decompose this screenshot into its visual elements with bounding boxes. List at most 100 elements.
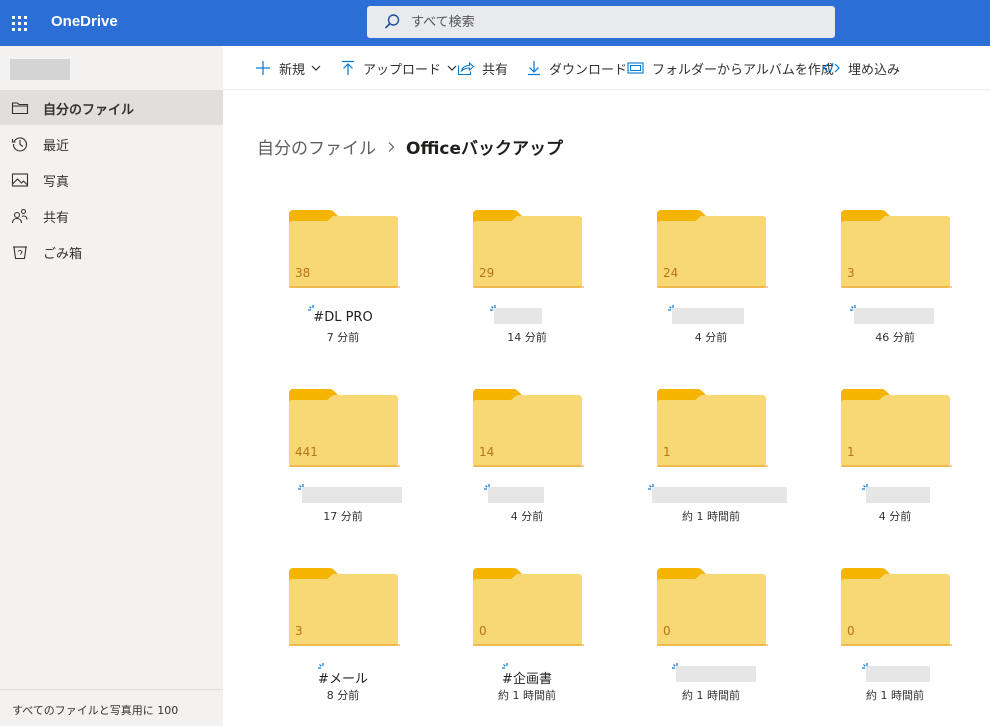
embed-code-icon bbox=[823, 62, 840, 74]
folder-tile[interactable]: 29 14 分前 bbox=[434, 210, 584, 350]
share-button[interactable]: 共有 bbox=[457, 58, 508, 78]
redacted-folder-name bbox=[866, 487, 930, 503]
sidebar-item-my-files[interactable]: 自分のファイル bbox=[0, 90, 223, 125]
redacted-folder-name bbox=[494, 308, 542, 324]
search-box[interactable] bbox=[367, 6, 835, 38]
folder-item-count: 0 bbox=[663, 624, 671, 638]
search-input[interactable] bbox=[411, 11, 811, 33]
sync-spinner-icon bbox=[308, 305, 314, 311]
app-launcher-button[interactable] bbox=[0, 0, 38, 46]
upload-button[interactable]: アップロード bbox=[341, 58, 457, 78]
sync-spinner-icon bbox=[502, 663, 508, 669]
sidebar-item-recycle-bin[interactable]: ごみ箱 bbox=[0, 234, 223, 269]
recycle-bin-icon bbox=[13, 246, 27, 260]
upload-arrow-icon bbox=[342, 60, 354, 75]
breadcrumb-root[interactable]: 自分のファイル bbox=[257, 134, 376, 159]
folder-tile[interactable]: 0 #企画書約 1 時間前 bbox=[434, 568, 584, 708]
folder-name[interactable]: #DL PRO bbox=[250, 310, 436, 325]
album-icon bbox=[627, 62, 644, 74]
folder-icon bbox=[841, 389, 952, 467]
storage-footer[interactable]: すべてのファイルと写真用に 100 bbox=[0, 689, 223, 726]
top-bar: OneDrive bbox=[0, 0, 990, 46]
sidebar-item-label: 写真 bbox=[43, 175, 70, 190]
folder-name[interactable]: #メール bbox=[250, 668, 436, 687]
chevron-down-icon bbox=[311, 65, 321, 71]
redacted-folder-name bbox=[866, 666, 930, 682]
sidebar-item-label: 共有 bbox=[43, 211, 70, 226]
share-icon bbox=[457, 61, 474, 76]
folder-item-count: 3 bbox=[847, 266, 855, 280]
redacted-folder-name bbox=[672, 308, 744, 324]
folder-modified: 約 1 時間前 bbox=[682, 689, 740, 702]
folder-tile[interactable]: 1 4 分前 bbox=[802, 389, 952, 529]
redacted-folder-name bbox=[854, 308, 934, 324]
download-label: ダウンロード bbox=[549, 62, 628, 78]
redacted-folder-name bbox=[302, 487, 402, 503]
folder-tile[interactable]: 0 約 1 時間前 bbox=[802, 568, 952, 708]
folder-icon bbox=[11, 102, 29, 115]
app-title[interactable]: OneDrive bbox=[51, 13, 118, 30]
folder-tile[interactable]: 0 約 1 時間前 bbox=[618, 568, 768, 708]
waffle-icon bbox=[11, 15, 27, 31]
sidebar-item-label: 最近 bbox=[43, 139, 70, 154]
folder-item-count: 24 bbox=[663, 266, 679, 280]
create-album-label: フォルダーからアルバムを作成 bbox=[652, 62, 834, 78]
folder-name[interactable]: #企画書 bbox=[434, 668, 620, 687]
new-label: 新規 bbox=[279, 62, 306, 78]
folder-item-count: 1 bbox=[663, 445, 671, 459]
sidebar-item-label: ごみ箱 bbox=[43, 247, 83, 262]
folder-tile[interactable]: 3 46 分前 bbox=[802, 210, 952, 350]
folder-item-count: 0 bbox=[847, 624, 855, 638]
upload-label: アップロード bbox=[363, 62, 442, 78]
redacted-folder-name bbox=[488, 487, 544, 503]
new-button[interactable]: 新規 bbox=[255, 58, 321, 78]
folder-modified: 約 1 時間前 bbox=[682, 510, 740, 523]
folder-tile[interactable]: 3 #メール 8 分前 bbox=[250, 568, 400, 708]
folder-icon bbox=[289, 568, 400, 646]
folder-item-count: 14 bbox=[479, 445, 495, 459]
folder-tile[interactable]: 38 #DL PRO 7 分前 bbox=[250, 210, 400, 350]
sync-spinner-icon bbox=[318, 663, 324, 669]
download-button[interactable]: ダウンロード bbox=[527, 58, 627, 78]
chevron-right-icon bbox=[388, 141, 395, 152]
folder-modified: 約 1 時間前 bbox=[866, 689, 924, 702]
folder-item-count: 1 bbox=[847, 445, 855, 459]
sidebar-item-shared[interactable]: 共有 bbox=[0, 198, 223, 233]
breadcrumb-current: Officeバックアップ bbox=[406, 139, 564, 159]
sidebar-item-label: 自分のファイル bbox=[43, 103, 135, 118]
user-name-redacted bbox=[10, 59, 70, 80]
chevron-down-icon bbox=[447, 65, 457, 71]
command-bar: 新規 アップロード 共有 ダウンロード フォルダーからアルバムを作成 埋め込み bbox=[223, 46, 990, 90]
download-arrow-icon bbox=[528, 61, 540, 76]
folder-icon bbox=[657, 568, 768, 646]
folder-item-count: 3 bbox=[295, 624, 303, 638]
redacted-folder-name bbox=[676, 666, 756, 682]
folder-icon bbox=[657, 389, 768, 467]
shared-people-icon bbox=[11, 208, 28, 224]
plus-icon bbox=[256, 61, 270, 75]
folder-modified: 46 分前 bbox=[875, 331, 915, 344]
folder-item-count: 29 bbox=[479, 266, 495, 280]
folder-modified: 約 1 時間前 bbox=[498, 689, 556, 702]
folder-modified: 7 分前 bbox=[326, 331, 360, 344]
folder-item-count: 441 bbox=[295, 445, 318, 459]
sidebar-item-photos[interactable]: 写真 bbox=[0, 162, 223, 197]
sidebar-item-recent[interactable]: 最近 bbox=[0, 126, 223, 161]
folder-modified: 8 分前 bbox=[326, 689, 360, 702]
folder-modified: 4 分前 bbox=[878, 510, 912, 523]
breadcrumb: 自分のファイル Officeバックアップ bbox=[257, 134, 563, 159]
sidebar: 自分のファイル 最近 写真 共有 ごみ箱 すべてのファイルと写真用に 100 bbox=[0, 46, 223, 726]
folder-item-count: 0 bbox=[479, 624, 487, 638]
create-album-button[interactable]: フォルダーからアルバムを作成 bbox=[627, 58, 834, 78]
embed-label: 埋め込み bbox=[848, 62, 901, 78]
folder-tile[interactable]: 14 4 分前 bbox=[434, 389, 584, 529]
folder-tile[interactable]: 24 4 分前 bbox=[618, 210, 768, 350]
photo-icon bbox=[11, 173, 29, 187]
redacted-folder-name bbox=[652, 487, 787, 503]
folder-item-count: 38 bbox=[295, 266, 311, 280]
search-icon bbox=[384, 14, 400, 29]
folder-icon bbox=[841, 210, 952, 288]
folder-tile[interactable]: 441 17 分前 bbox=[250, 389, 402, 529]
folder-tile[interactable]: 1 約 1 時間前 bbox=[618, 389, 787, 529]
embed-button[interactable]: 埋め込み bbox=[823, 58, 900, 78]
